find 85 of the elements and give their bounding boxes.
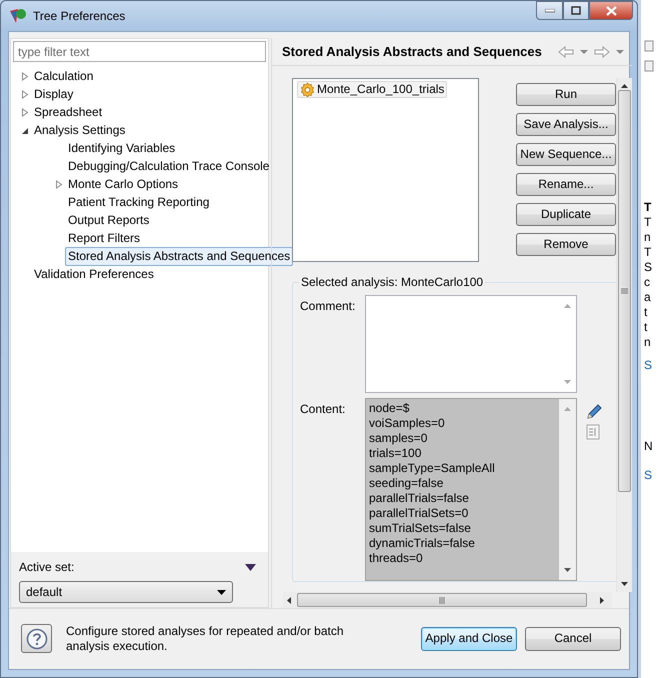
window-title: Tree Preferences (33, 8, 126, 24)
scroll-left-icon[interactable] (287, 596, 291, 604)
tree-item[interactable]: Validation Preferences (31, 264, 157, 284)
text-fragment: t (644, 320, 648, 335)
tree-item[interactable]: Stored Analysis Abstracts and Sequences (65, 246, 294, 266)
tree-item[interactable]: Output Reports (65, 210, 152, 230)
collapsed-arrow-icon[interactable] (21, 108, 29, 116)
tree-item[interactable]: Identifying Variables (65, 138, 178, 158)
analysis-item[interactable]: Monte_Carlo_100_trials (297, 81, 448, 98)
link-fragment[interactable]: S (644, 358, 659, 373)
text-fragment: N (644, 439, 654, 454)
horizontal-scrollbar[interactable] (283, 592, 612, 608)
back-arrow-icon[interactable] (558, 46, 574, 58)
content-line: voiSamples=0 (369, 416, 446, 431)
expanded-arrow-icon[interactable] (21, 126, 29, 134)
grip-icon[interactable] (621, 288, 628, 294)
dialog-button[interactable]: Apply and Close (421, 626, 517, 650)
active-set-label: Active set: (19, 560, 74, 575)
scroll-down-icon[interactable] (621, 582, 628, 586)
content-line: samples=0 (369, 431, 428, 446)
tree-item[interactable]: Display (31, 84, 76, 104)
content-label: Content: (300, 401, 346, 418)
text-fragment: T (644, 200, 652, 215)
tree-item[interactable]: Debugging/Calculation Trace Console (65, 156, 272, 176)
app-logo-icon (9, 8, 27, 24)
text-fragment: n (644, 230, 652, 245)
minimize-icon (544, 8, 554, 12)
action-button[interactable]: Duplicate (516, 203, 616, 226)
active-set-select[interactable]: default (19, 581, 233, 603)
content-line: seeding=false (369, 476, 444, 491)
action-button[interactable]: Save Analysis... (516, 113, 616, 136)
forward-arrow-icon[interactable] (594, 46, 610, 58)
collapsed-arrow-icon[interactable] (55, 180, 63, 188)
content-line: sampleType=SampleAll (369, 461, 496, 476)
group-legend: Selected analysis: MonteCarlo100 (299, 275, 486, 290)
close-button[interactable] (589, 1, 633, 20)
text-fragment: c (644, 275, 651, 290)
grip-icon[interactable] (438, 596, 446, 604)
content-line: node=$ (369, 401, 410, 416)
tree-item[interactable]: Spreadsheet (31, 102, 106, 122)
text-fragment: t (644, 305, 648, 320)
document-icon[interactable] (644, 60, 654, 72)
content-field[interactable]: node=$ voiSamples=0 samples=0 trials=100 sampleType=SampleAll seeding=false parallelTrials=false parallelTrialSets=0 sumTrialSets=false dynamicTrials=false threads=0 (365, 398, 577, 581)
action-button[interactable]: New Sequence... (516, 143, 616, 166)
action-button[interactable]: Run (516, 83, 616, 106)
vertical-scrollbar[interactable] (616, 78, 632, 592)
page-title: Stored Analysis Abstracts and Sequences (282, 44, 542, 59)
scroll-right-icon[interactable] (600, 596, 604, 604)
text-fragment: T (644, 245, 652, 260)
scroll-up-icon[interactable] (621, 84, 628, 88)
scroll-down-icon[interactable] (564, 568, 571, 572)
content-line: trials=100 (369, 446, 422, 461)
content-line: sumTrialSets=false (369, 521, 472, 536)
gear-icon (300, 82, 315, 97)
tree-item[interactable]: Analysis Settings (31, 120, 128, 140)
dialog-button[interactable]: Cancel (525, 626, 621, 650)
text-fragment: T (644, 215, 652, 230)
comment-label: Comment: (300, 298, 356, 315)
collapsed-arrow-icon[interactable] (21, 72, 29, 80)
tree-item[interactable]: Calculation (31, 66, 96, 86)
text-fragment: a (644, 290, 652, 305)
tree-item[interactable]: Report Filters (65, 228, 144, 248)
content-line: parallelTrials=false (369, 491, 470, 506)
collapsed-arrow-icon[interactable] (21, 90, 29, 98)
text-fragment: n (644, 335, 652, 350)
caret-icon (217, 590, 226, 594)
action-button[interactable]: Rename... (516, 173, 616, 196)
filter-field[interactable]: type filter text (13, 41, 266, 62)
text-fragment: S (644, 260, 654, 275)
close-icon (606, 6, 616, 16)
tree-item[interactable]: Monte Carlo Options (65, 174, 182, 194)
document-icon[interactable] (644, 40, 654, 52)
link-fragment[interactable]: S (644, 468, 659, 483)
maximize-button[interactable] (563, 1, 589, 20)
content-line: dynamicTrials=false (369, 536, 476, 551)
content-line: parallelTrialSets=0 (369, 506, 470, 521)
tree-item[interactable]: Patient Tracking Reporting (65, 192, 212, 212)
content-line: threads=0 (369, 551, 424, 566)
action-button[interactable]: Remove (516, 233, 616, 256)
pencil-icon[interactable] (586, 404, 602, 420)
minimize-button[interactable] (536, 1, 563, 20)
maximize-icon (571, 6, 581, 15)
dropdown-arrow-icon[interactable] (245, 564, 256, 571)
description-text: Configure stored analyses for repeated and/or batch analysis execution. (66, 624, 345, 654)
help-button[interactable] (21, 624, 52, 653)
